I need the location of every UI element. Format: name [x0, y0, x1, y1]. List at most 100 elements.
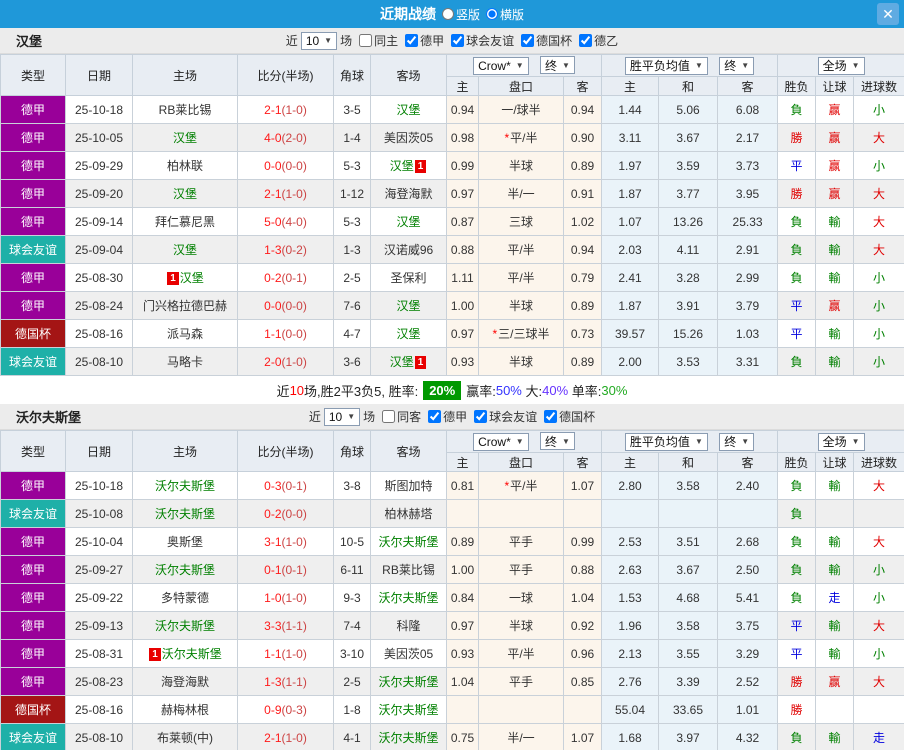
team-name-text[interactable]: 汉诺威96 — [384, 243, 433, 257]
wdl-average-select[interactable]: 胜平负均值▼ — [625, 57, 708, 75]
same-venue-option[interactable]: 同主 — [355, 32, 398, 49]
team-name-text[interactable]: RB莱比锡 — [159, 103, 212, 117]
dfb-pokal-checkbox[interactable] — [544, 410, 557, 423]
home-win-odds-cell: 39.57 — [602, 320, 659, 348]
team-name-text[interactable]: 柏林赫塔 — [384, 507, 432, 521]
fulltime-select[interactable]: 全场▼ — [818, 433, 865, 451]
team-name-text[interactable]: 科隆 — [396, 619, 420, 633]
team-name-text[interactable]: 沃尔夫斯堡 — [378, 591, 438, 605]
same-venue-checkbox[interactable] — [382, 410, 395, 423]
same-venue-option[interactable]: 同客 — [378, 408, 421, 425]
sub-away-odds: 客 — [564, 77, 602, 96]
match-count-select[interactable]: 10▼ — [301, 32, 337, 50]
away-team-cell: 海登海默 — [371, 180, 447, 208]
date-cell: 25-09-13 — [66, 612, 133, 640]
team-name-text[interactable]: 汉堡 — [390, 159, 414, 173]
team-name-text[interactable]: 赫梅林根 — [161, 703, 209, 717]
friendly-checkbox[interactable] — [451, 34, 464, 47]
team-name-text[interactable]: 马略卡 — [167, 355, 203, 369]
half-score: (1-0) — [282, 103, 307, 117]
league-filter-friendly[interactable]: 球会友谊 — [470, 408, 537, 425]
team-name-text[interactable]: 沃尔夫斯堡 — [162, 647, 222, 661]
league-filter-bundesliga[interactable]: 德甲 — [401, 32, 444, 49]
home-win-odds-cell: 2.41 — [602, 264, 659, 292]
bookmaker-select[interactable]: Crow*▼ — [473, 57, 529, 75]
score-cell: 1-3(1-1) — [238, 668, 334, 696]
handicap-cell: 平/半 — [479, 640, 564, 668]
home-odds-cell: 0.94 — [447, 96, 479, 124]
team-name-text[interactable]: 门兴格拉德巴赫 — [143, 299, 227, 313]
dropdown-arrow-icon: ▼ — [852, 437, 860, 446]
team-name-text[interactable]: 沃尔夫斯堡 — [155, 507, 215, 521]
league-filter-friendly[interactable]: 球会友谊 — [447, 32, 514, 49]
team-name-text[interactable]: 汉堡 — [173, 187, 197, 201]
team-name-text[interactable]: 汉堡 — [396, 299, 420, 313]
team-name-text[interactable]: 沃尔夫斯堡 — [378, 703, 438, 717]
draw-odds-cell: 5.06 — [659, 96, 718, 124]
home-win-odds-cell: 1.07 — [602, 208, 659, 236]
team-name-text[interactable]: 汉堡 — [396, 327, 420, 341]
team-name-text[interactable]: 柏林联 — [167, 159, 203, 173]
team-name-text[interactable]: 汉堡 — [173, 131, 197, 145]
wdl-average-select[interactable]: 胜平负均值▼ — [625, 433, 708, 451]
team-name-text[interactable]: 派马森 — [167, 327, 203, 341]
team-name-text[interactable]: 美因茨05 — [384, 647, 433, 661]
team-name-text[interactable]: 海登海默 — [384, 187, 432, 201]
layout-vertical-option[interactable]: 竖版 — [442, 6, 480, 23]
col-home: 主场 — [133, 55, 238, 96]
score-cell: 0-0(0-0) — [238, 152, 334, 180]
team-name-text[interactable]: 沃尔夫斯堡 — [378, 535, 438, 549]
team-name-text[interactable]: 汉堡 — [390, 355, 414, 369]
odds-stage-select[interactable]: 终▼ — [540, 432, 575, 450]
league-filter-dfb-pokal[interactable]: 德国杯 — [540, 408, 595, 425]
team-name-text[interactable]: 沃尔夫斯堡 — [378, 675, 438, 689]
bookmaker-select[interactable]: Crow*▼ — [473, 433, 529, 451]
odds-stage-select[interactable]: 终▼ — [540, 56, 575, 74]
team-name-text[interactable]: 沃尔夫斯堡 — [155, 619, 215, 633]
bundesliga-checkbox[interactable] — [428, 410, 441, 423]
horizontal-radio[interactable] — [486, 8, 498, 20]
team-name-text[interactable]: 沃尔夫斯堡 — [378, 731, 438, 745]
dropdown-arrow-icon: ▼ — [695, 437, 703, 446]
team-name-text[interactable]: 多特蒙德 — [161, 591, 209, 605]
team-name-text[interactable]: 沃尔夫斯堡 — [155, 479, 215, 493]
home-win-odds-cell: 1.68 — [602, 724, 659, 750]
team-name-text[interactable]: 沃尔夫斯堡 — [155, 563, 215, 577]
team-name-text[interactable]: 汉堡 — [396, 215, 420, 229]
team-name-text[interactable]: 汉堡 — [396, 103, 420, 117]
handicap-text: 三/三球半 — [498, 327, 549, 341]
close-icon[interactable]: ✕ — [877, 3, 899, 25]
sub-away-odds: 客 — [564, 453, 602, 472]
match-count-select[interactable]: 10▼ — [324, 408, 360, 426]
bundesliga2-checkbox[interactable] — [579, 34, 592, 47]
fulltime-select[interactable]: 全场▼ — [818, 57, 865, 75]
date-cell: 25-09-14 — [66, 208, 133, 236]
home-team-cell: 柏林联 — [133, 152, 238, 180]
result-cell: 負 — [778, 724, 816, 750]
team-name-text[interactable]: 布莱顿(中) — [157, 731, 213, 745]
team-name-text[interactable]: 圣保利 — [390, 271, 426, 285]
wdl-stage-select[interactable]: 终▼ — [719, 433, 754, 451]
team-name-text[interactable]: 汉堡 — [173, 243, 197, 257]
team-name-text[interactable]: 斯图加特 — [384, 479, 432, 493]
bundesliga-checkbox[interactable] — [405, 34, 418, 47]
layout-horizontal-option[interactable]: 横版 — [486, 6, 524, 23]
team-name-text[interactable]: 拜仁慕尼黑 — [155, 215, 215, 229]
league-filter-bundesliga2[interactable]: 德乙 — [575, 32, 618, 49]
team-name-text[interactable]: 奥斯堡 — [167, 535, 203, 549]
team-name-text[interactable]: 美因茨05 — [384, 131, 433, 145]
wdl-stage-select[interactable]: 终▼ — [719, 57, 754, 75]
goals-result-cell: 大 — [854, 124, 904, 152]
title-group: 近期战绩 竖版 横版 — [380, 4, 524, 24]
home-odds-cell: 0.97 — [447, 612, 479, 640]
home-odds-cell — [447, 696, 479, 724]
same-venue-checkbox[interactable] — [359, 34, 372, 47]
dfb-pokal-checkbox[interactable] — [521, 34, 534, 47]
friendly-checkbox[interactable] — [474, 410, 487, 423]
team-name-text[interactable]: RB莱比锡 — [382, 563, 435, 577]
league-filter-bundesliga[interactable]: 德甲 — [424, 408, 467, 425]
team-name-text[interactable]: 海登海默 — [161, 675, 209, 689]
team-name-text[interactable]: 汉堡 — [180, 271, 204, 285]
vertical-radio[interactable] — [442, 8, 454, 20]
league-filter-dfb-pokal[interactable]: 德国杯 — [517, 32, 572, 49]
